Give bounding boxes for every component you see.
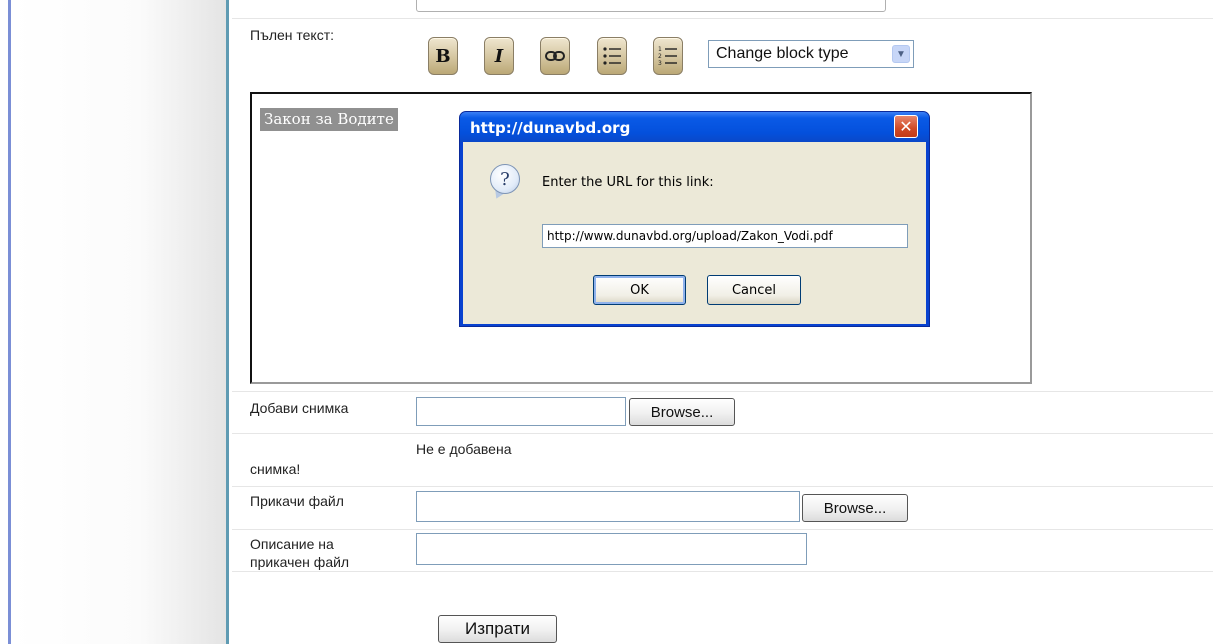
dialog-prompt: Enter the URL for this link: <box>542 175 714 190</box>
attach-file-field[interactable] <box>416 491 800 522</box>
submit-button[interactable]: Изпрати <box>438 615 557 643</box>
svg-text:1: 1 <box>658 46 662 53</box>
svg-text:3: 3 <box>658 60 662 67</box>
dialog-title: http://dunavbd.org <box>470 119 631 137</box>
numbered-list-icon: 1 2 3 <box>658 46 677 67</box>
no-photo-text: Не е добавена <box>416 441 512 457</box>
question-icon: ? <box>490 164 520 194</box>
close-icon[interactable]: ✕ <box>894 115 918 138</box>
bold-button[interactable]: B <box>428 37 458 75</box>
italic-button[interactable]: I <box>484 37 514 75</box>
svg-text:2: 2 <box>658 53 662 60</box>
attachment-description-label: Описание на <box>250 536 334 552</box>
dialog-body: ? Enter the URL for this link: http://ww… <box>463 142 926 324</box>
block-type-select[interactable]: Change block type ▼ <box>708 40 914 68</box>
row-divider <box>232 433 1213 434</box>
bold-icon: B <box>435 45 451 67</box>
attach-file-label: Прикачи файл <box>250 493 344 509</box>
add-photo-label: Добави снимка <box>250 400 349 416</box>
photo-browse-button[interactable]: Browse... <box>629 398 735 426</box>
block-type-value: Change block type <box>716 45 849 62</box>
row-divider <box>232 391 1213 392</box>
row-divider <box>232 18 1213 19</box>
attachment-description-field[interactable] <box>416 533 807 565</box>
attachment-description-label-cont: прикачен файл <box>250 554 350 570</box>
cancel-button[interactable]: Cancel <box>707 275 801 305</box>
numbered-list-button[interactable]: 1 2 3 <box>653 37 683 75</box>
attach-browse-button[interactable]: Browse... <box>802 494 908 522</box>
dialog-titlebar[interactable]: http://dunavbd.org ✕ <box>460 112 929 142</box>
link-icon <box>545 51 565 61</box>
full-text-label: Пълен текст: <box>250 27 335 43</box>
selected-text[interactable]: Закон за Водите <box>260 108 398 131</box>
sidebar <box>11 0 226 644</box>
previous-field[interactable] <box>416 0 886 12</box>
bullet-list-button[interactable] <box>597 37 627 75</box>
sidebar-divider <box>226 0 229 644</box>
row-divider <box>232 529 1213 530</box>
row-divider <box>232 571 1213 572</box>
no-photo-text-cont: снимка! <box>250 461 301 477</box>
link-button[interactable] <box>540 37 570 75</box>
italic-icon: I <box>494 45 504 67</box>
bullet-list-icon <box>603 47 621 65</box>
ok-button[interactable]: OK <box>593 275 686 305</box>
photo-file-field[interactable] <box>416 397 626 426</box>
url-input[interactable]: http://www.dunavbd.org/upload/Zakon_Vodi… <box>542 224 908 248</box>
row-divider <box>232 486 1213 487</box>
link-url-dialog: http://dunavbd.org ✕ ? Enter the URL for… <box>459 111 930 327</box>
chevron-down-icon[interactable]: ▼ <box>892 45 910 63</box>
